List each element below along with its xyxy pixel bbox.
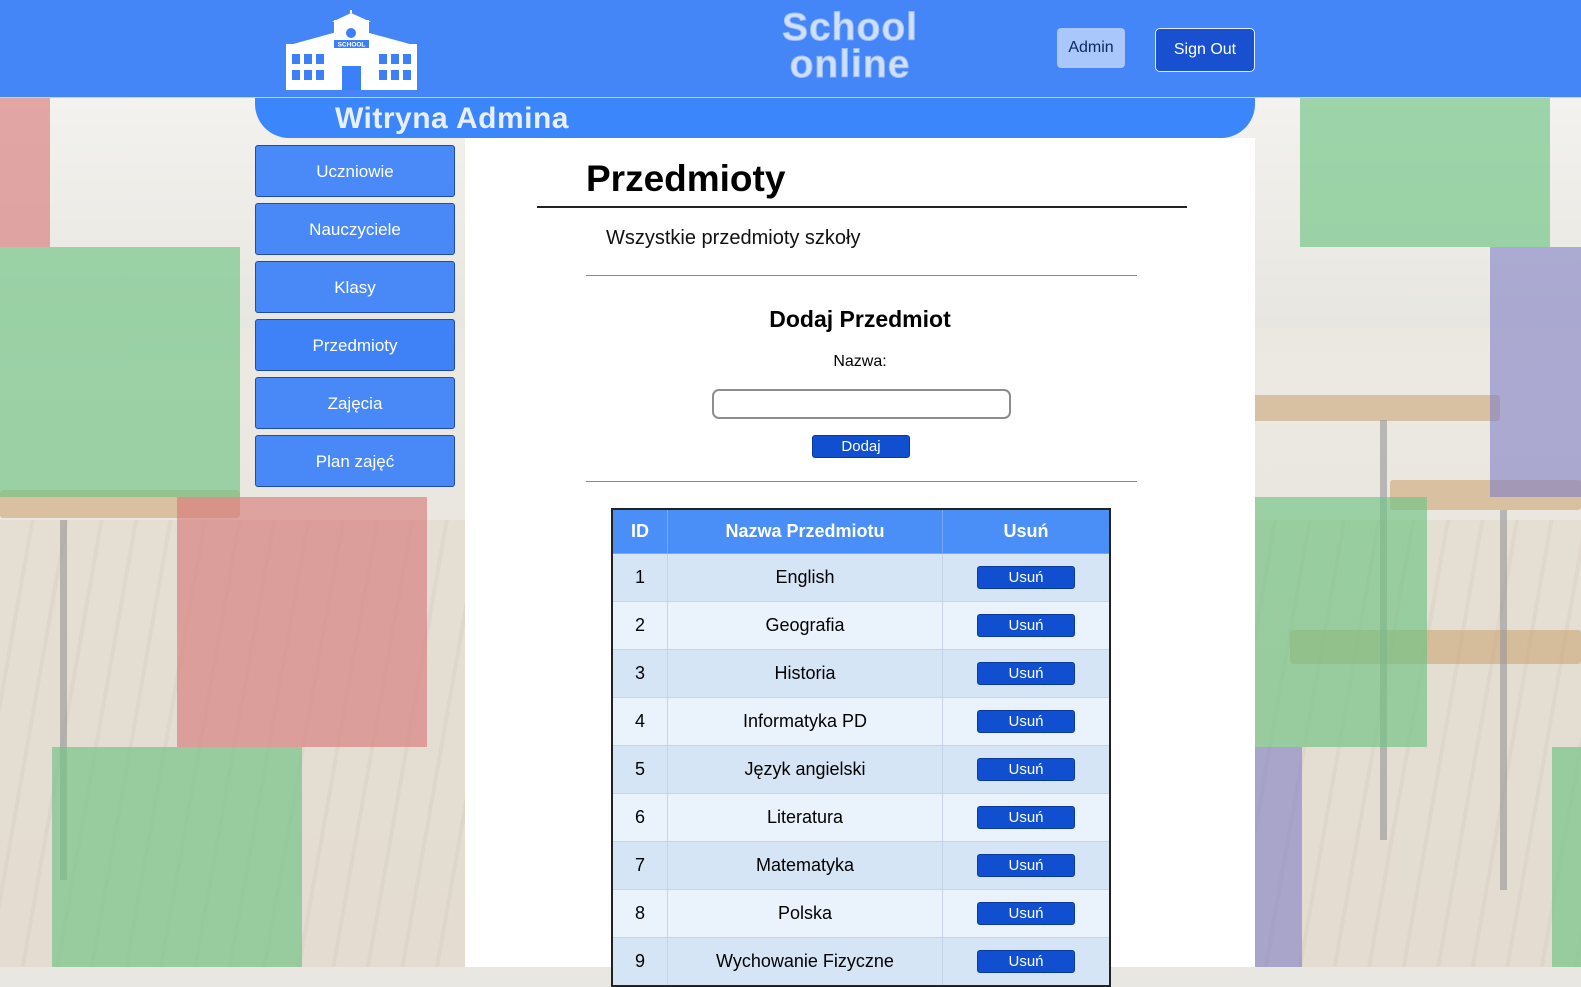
- admin-subheader: Witryna Admina: [255, 98, 1255, 138]
- table-row: 8 Polska Usuń: [611, 889, 1111, 938]
- sidebar-item-subjects[interactable]: Przedmioty: [255, 319, 455, 371]
- add-subject-heading: Dodaj Przedmiot: [769, 306, 951, 332]
- column-header-id: ID: [611, 508, 668, 554]
- subject-name-input[interactable]: [712, 389, 1011, 419]
- section-divider: [586, 275, 1137, 276]
- cell-id: 7: [611, 841, 668, 890]
- column-header-name: Nazwa Przedmiotu: [667, 508, 943, 554]
- cell-action: Usuń: [942, 553, 1111, 602]
- name-label: Nazwa:: [833, 353, 887, 370]
- tint-block: [52, 747, 302, 967]
- delete-button[interactable]: Usuń: [977, 566, 1075, 589]
- delete-button[interactable]: Usuń: [977, 806, 1075, 829]
- table-row: 1 English Usuń: [611, 553, 1111, 602]
- cell-name: Język angielski: [667, 745, 943, 794]
- tint-block: [1552, 747, 1581, 967]
- add-subject-button[interactable]: Dodaj: [812, 435, 910, 458]
- tint-block: [0, 247, 240, 497]
- cell-id: 6: [611, 793, 668, 842]
- cell-name: Literatura: [667, 793, 943, 842]
- cell-id: 5: [611, 745, 668, 794]
- table-row: 7 Matematyka Usuń: [611, 841, 1111, 890]
- cell-id: 8: [611, 889, 668, 938]
- sidebar-nav: Uczniowie Nauczyciele Klasy Przedmioty Z…: [255, 145, 455, 493]
- table-row: 5 Język angielski Usuń: [611, 745, 1111, 794]
- delete-button[interactable]: Usuń: [977, 902, 1075, 925]
- delete-button[interactable]: Usuń: [977, 710, 1075, 733]
- tint-block: [177, 497, 427, 747]
- sidebar-item-schedule[interactable]: Plan zajęć: [255, 435, 455, 487]
- cell-name: English: [667, 553, 943, 602]
- cell-id: 9: [611, 937, 668, 987]
- school-building-icon: SCHOOL: [286, 10, 417, 90]
- title-divider: [537, 206, 1187, 208]
- cell-id: 2: [611, 601, 668, 650]
- sidebar-item-teachers[interactable]: Nauczyciele: [255, 203, 455, 255]
- delete-button[interactable]: Usuń: [977, 950, 1075, 973]
- delete-button[interactable]: Usuń: [977, 854, 1075, 877]
- sidebar-item-lessons[interactable]: Zajęcia: [255, 377, 455, 429]
- table-row: 4 Informatyka PD Usuń: [611, 697, 1111, 746]
- tint-block: [1490, 247, 1581, 497]
- table-row: 6 Literatura Usuń: [611, 793, 1111, 842]
- cell-id: 3: [611, 649, 668, 698]
- logo-label: SCHOOL: [338, 42, 366, 49]
- tint-block: [0, 98, 50, 247]
- admin-button[interactable]: Admin: [1057, 28, 1125, 68]
- cell-name: Wychowanie Fizyczne: [667, 937, 943, 987]
- table-row: 9 Wychowanie Fizyczne Usuń: [611, 937, 1111, 987]
- admin-site-title: Witryna Admina: [335, 102, 569, 135]
- cell-action: Usuń: [942, 937, 1111, 987]
- cell-action: Usuń: [942, 841, 1111, 890]
- top-navbar: SCHOOL School online Admin Sign Out: [0, 0, 1581, 98]
- page-subtitle: Wszystkie przedmioty szkoły: [606, 227, 861, 249]
- delete-button[interactable]: Usuń: [977, 614, 1075, 637]
- cell-id: 1: [611, 553, 668, 602]
- cell-id: 4: [611, 697, 668, 746]
- sign-out-button[interactable]: Sign Out: [1155, 28, 1255, 72]
- cell-action: Usuń: [942, 649, 1111, 698]
- column-header-delete: Usuń: [942, 508, 1111, 554]
- table-row: 3 Historia Usuń: [611, 649, 1111, 698]
- table-header-row: ID Nazwa Przedmiotu Usuń: [611, 508, 1111, 554]
- cell-action: Usuń: [942, 697, 1111, 746]
- background-chair-leg: [1500, 510, 1507, 890]
- brand-line2: online: [789, 43, 911, 86]
- cell-name: Polska: [667, 889, 943, 938]
- page-title: Przedmioty: [586, 158, 786, 199]
- cell-name: Informatyka PD: [667, 697, 943, 746]
- cell-action: Usuń: [942, 793, 1111, 842]
- background-desk: [1250, 395, 1500, 421]
- table-row: 2 Geografia Usuń: [611, 601, 1111, 650]
- cell-action: Usuń: [942, 745, 1111, 794]
- cell-action: Usuń: [942, 601, 1111, 650]
- cell-action: Usuń: [942, 889, 1111, 938]
- section-divider: [586, 481, 1137, 482]
- cell-name: Historia: [667, 649, 943, 698]
- brand-logo: School online: [770, 6, 930, 86]
- delete-button[interactable]: Usuń: [977, 662, 1075, 685]
- main-content: Przedmioty Wszystkie przedmioty szkoły D…: [465, 138, 1255, 987]
- sidebar-item-students[interactable]: Uczniowie: [255, 145, 455, 197]
- subjects-table: ID Nazwa Przedmiotu Usuń 1 English Usuń …: [611, 508, 1111, 987]
- sidebar-item-classes[interactable]: Klasy: [255, 261, 455, 313]
- tint-block: [1255, 747, 1302, 967]
- tint-block: [1255, 497, 1427, 747]
- cell-name: Geografia: [667, 601, 943, 650]
- cell-name: Matematyka: [667, 841, 943, 890]
- delete-button[interactable]: Usuń: [977, 758, 1075, 781]
- tint-block: [1300, 98, 1550, 247]
- brand-line1: School: [781, 6, 918, 49]
